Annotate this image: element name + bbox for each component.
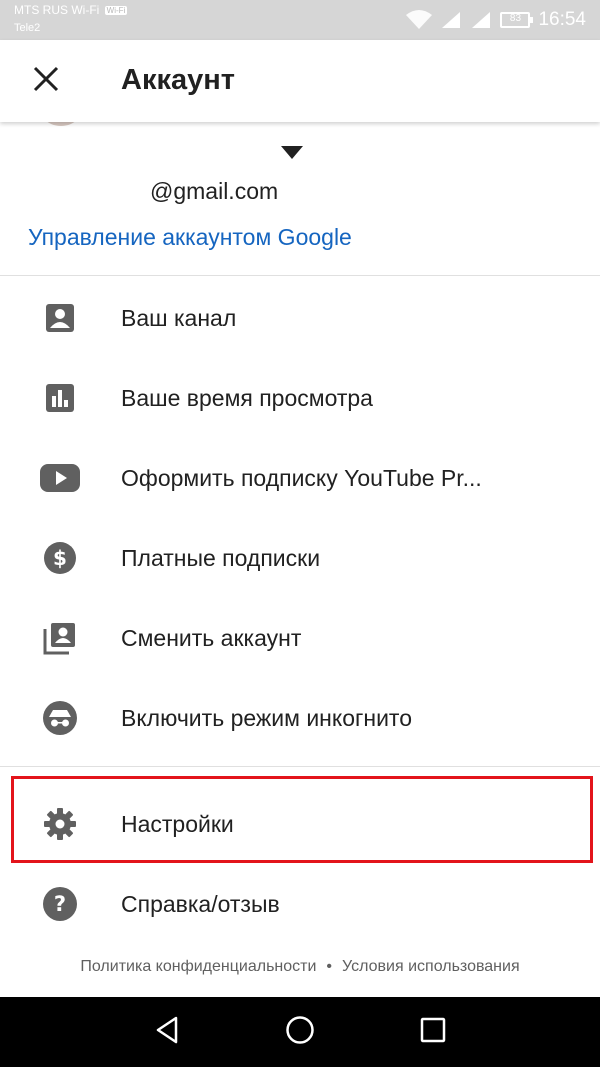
menu-item-switch-account[interactable]: Сменить аккаунт	[0, 598, 600, 678]
menu-item-label: Справка/отзыв	[121, 890, 280, 917]
account-email: @gmail.com	[150, 178, 279, 204]
help-icon: ?	[40, 884, 80, 924]
youtube-icon	[40, 458, 80, 498]
home-button[interactable]	[282, 1014, 318, 1050]
signal-icon-2	[470, 10, 492, 30]
menu-item-paid-subscriptions[interactable]: $ Платные подписки	[0, 518, 600, 598]
divider	[0, 766, 600, 767]
recents-square-icon	[420, 1017, 446, 1048]
terms-link[interactable]: Условия использования	[342, 958, 520, 975]
carrier-label: MTS RUS Wi-Fi Wi-Fi	[14, 3, 128, 17]
signal-icon	[440, 10, 462, 30]
menu-item-youtube-premium[interactable]: Оформить подписку YouTube Pr...	[0, 438, 600, 518]
menu-item-label: Ваше время просмотра	[121, 384, 373, 411]
divider	[0, 275, 600, 276]
status-bar: MTS RUS Wi-Fi Wi-Fi Tele2 83 16:54	[0, 0, 600, 40]
highlight-box	[11, 776, 593, 863]
back-button[interactable]	[149, 1014, 185, 1050]
menu-item-incognito[interactable]: Включить режим инкогнито	[0, 678, 600, 758]
menu-item-label: Включить режим инкогнито	[121, 704, 412, 731]
dropdown-arrow-icon[interactable]	[281, 146, 303, 164]
menu-item-help[interactable]: ? Справка/отзыв	[0, 864, 600, 944]
menu-item-your-channel[interactable]: Ваш канал	[0, 278, 600, 358]
incognito-icon	[40, 698, 80, 738]
page-title: Аккаунт	[121, 64, 235, 96]
menu-item-label: Оформить подписку YouTube Pr...	[121, 464, 482, 491]
carrier-name: MTS RUS Wi-Fi	[14, 3, 100, 17]
home-circle-icon	[285, 1015, 315, 1050]
menu-item-label: Платные подписки	[121, 544, 321, 571]
close-button[interactable]	[26, 61, 66, 101]
menu-item-watch-time[interactable]: Ваше время просмотра	[0, 358, 600, 438]
footer-separator: •	[326, 958, 333, 975]
back-triangle-icon	[154, 1016, 180, 1049]
app-bar: Аккаунт	[0, 40, 600, 122]
manage-account-link[interactable]: Управление аккаунтом Google	[28, 224, 352, 251]
privacy-policy-link[interactable]: Политика конфиденциальности	[80, 958, 316, 975]
navigation-bar	[0, 997, 600, 1067]
wifi-icon	[406, 10, 433, 30]
menu-item-label: Сменить аккаунт	[121, 624, 302, 651]
svg-text:$: $	[53, 546, 67, 570]
footer-links: Политика конфиденциальности • Условия испо…	[0, 958, 600, 976]
clock: 16:54	[538, 9, 586, 30]
recents-button[interactable]	[415, 1014, 451, 1050]
switch-account-icon	[40, 618, 80, 658]
bar-chart-icon	[40, 378, 80, 418]
battery-icon: 83	[500, 12, 534, 28]
menu-item-label: Ваш канал	[121, 304, 237, 331]
dollar-icon: $	[40, 538, 80, 578]
svg-text:?: ?	[54, 892, 66, 916]
account-box-icon	[40, 298, 80, 338]
close-icon	[33, 66, 59, 97]
battery-level: 83	[509, 13, 522, 24]
wifi-badge: Wi-Fi	[104, 6, 128, 15]
carrier-secondary-label: Tele2	[14, 22, 41, 34]
